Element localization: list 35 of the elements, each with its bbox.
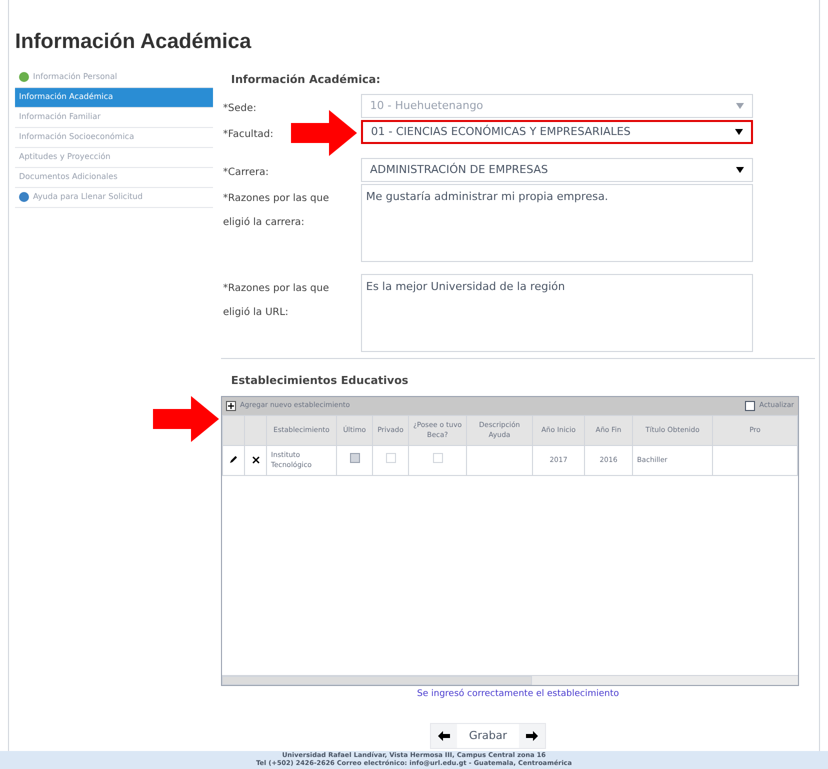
horizontal-scrollbar[interactable] xyxy=(222,674,798,684)
delete-icon[interactable] xyxy=(252,456,260,464)
text-area[interactable]: Me gustaría administrar mi propia empresa. xyxy=(361,184,753,262)
select-field[interactable]: ADMINISTRACIÓN DE EMPRESAS xyxy=(361,158,753,182)
checkbox[interactable] xyxy=(350,453,360,464)
sidebar-item[interactable]: Documentos Adicionales xyxy=(15,168,213,188)
sidebar-item[interactable]: Información Familiar xyxy=(15,108,213,128)
dropdown-caret-icon xyxy=(735,129,743,135)
text-area[interactable]: Es la mejor Universidad de la región xyxy=(361,274,753,352)
field-label: *Razones por las que eligió la URL: xyxy=(223,283,329,318)
sidebar-item[interactable]: Información Socioeconómica xyxy=(15,128,213,148)
field-label: *Razones por las que eligió la carrera: xyxy=(223,193,329,228)
field-label: *Facultad: xyxy=(223,129,274,140)
arrow-annotation-icon xyxy=(153,396,219,442)
sidebar-item[interactable]: Aptitudes y Proyección xyxy=(15,148,213,168)
dropdown-caret-icon xyxy=(736,167,744,173)
sidebar-item[interactable]: Información Académica xyxy=(15,88,213,108)
section-title: Establecimientos Educativos xyxy=(231,373,410,389)
save-button[interactable]: Grabar xyxy=(456,724,520,748)
refresh-icon xyxy=(745,400,756,410)
left-arrow-icon xyxy=(438,731,450,741)
section-title: Información Académica: xyxy=(231,72,382,88)
field-label: *Sede: xyxy=(223,103,256,114)
checkbox[interactable] xyxy=(432,453,442,464)
sidebar-item[interactable]: Ayuda para Llenar Solicitud xyxy=(15,188,213,208)
field-label: *Carrera: xyxy=(223,167,269,178)
edit-pencil-icon[interactable] xyxy=(229,455,238,464)
checkbox[interactable] xyxy=(386,453,396,464)
page-title: Información Académica xyxy=(15,29,252,55)
arrow-annotation-icon xyxy=(291,110,357,156)
plus-icon xyxy=(226,400,236,410)
right-arrow-icon xyxy=(526,731,538,741)
success-message: Se ingresó correctamente el establecimiento xyxy=(416,688,620,700)
dropdown-caret-icon xyxy=(736,103,744,109)
select-field[interactable]: 01 - CIENCIAS ECONÓMICAS Y EMPRESARIALES xyxy=(361,120,753,144)
